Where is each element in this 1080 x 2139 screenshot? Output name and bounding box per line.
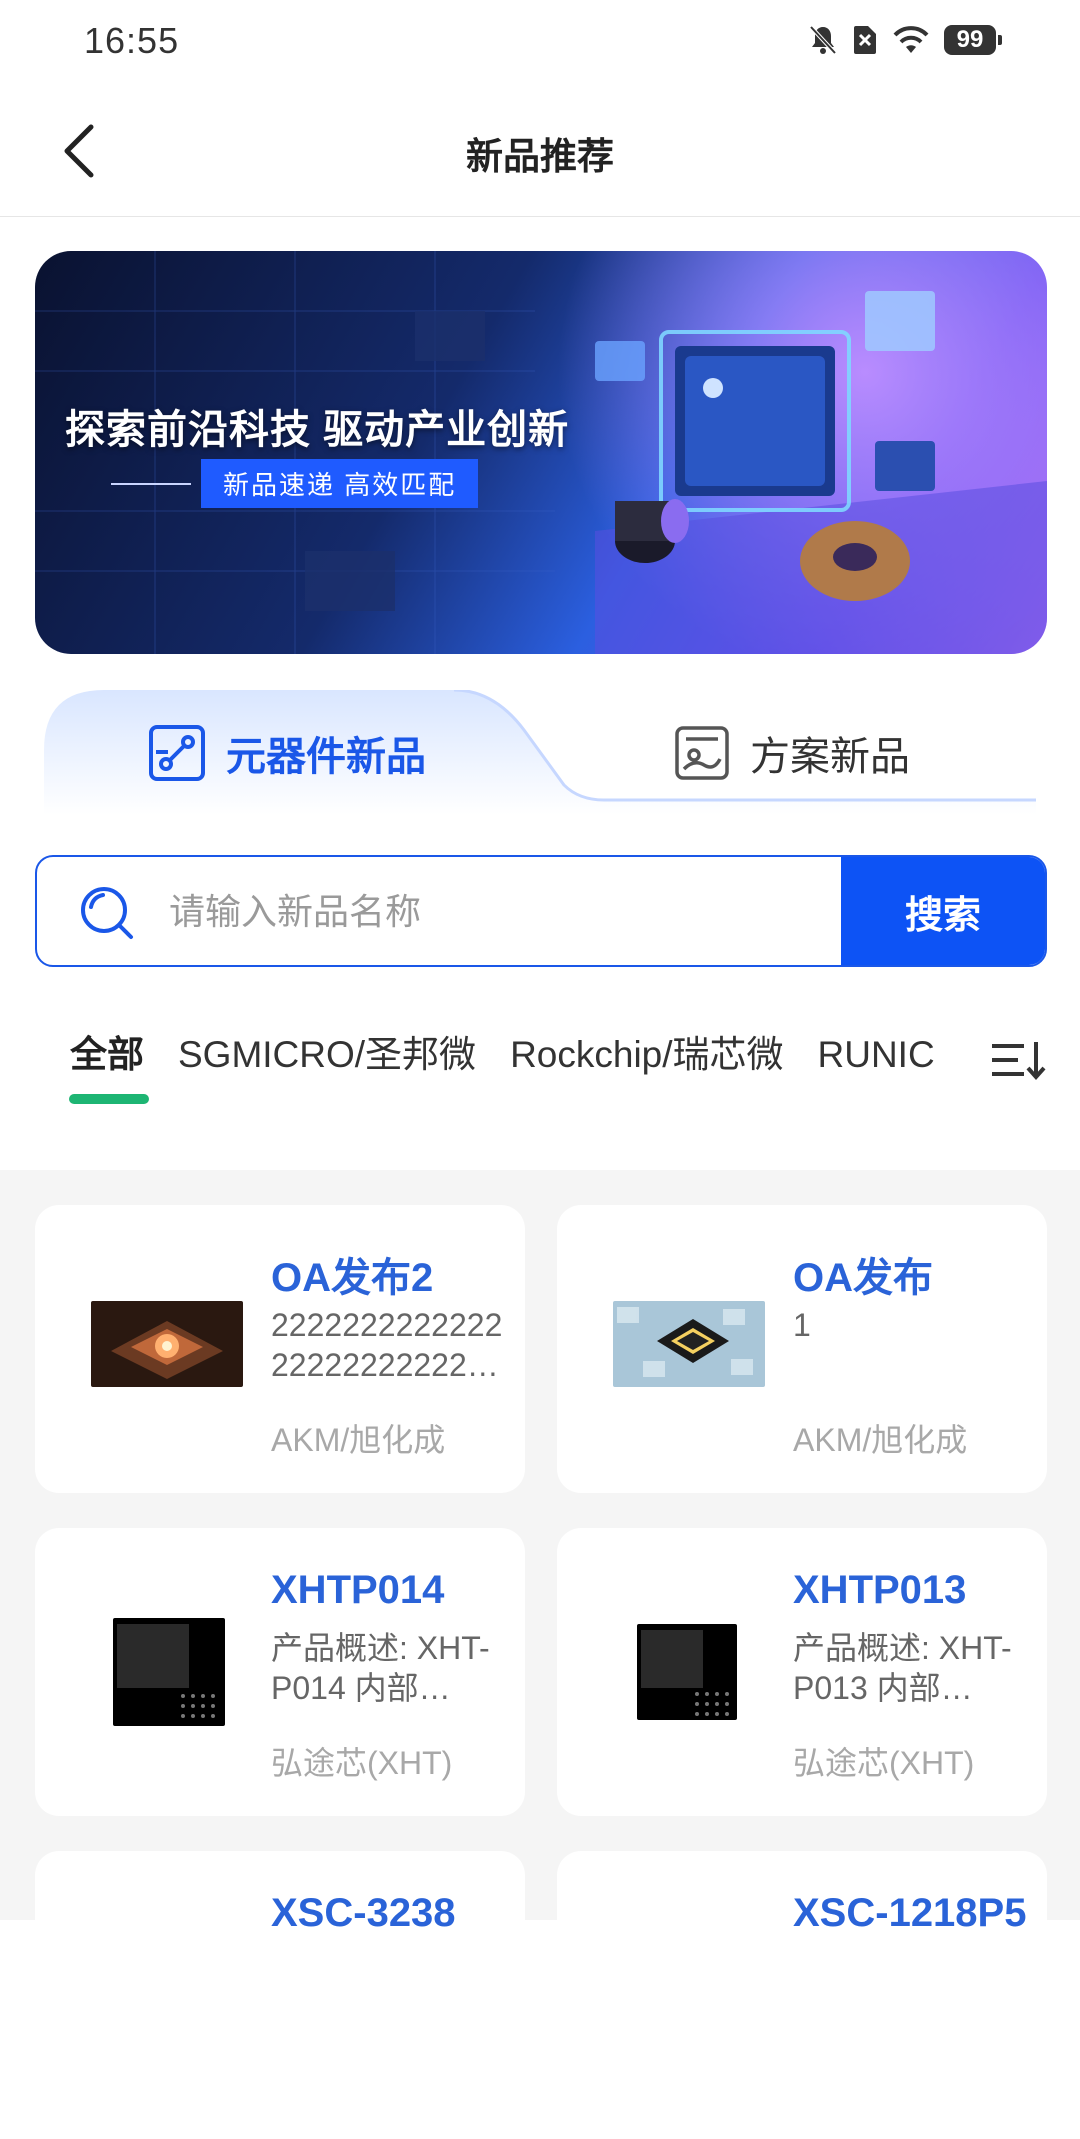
category-tabs: 元器件新品 方案新品	[44, 690, 1036, 815]
tab-components[interactable]: 元器件新品	[148, 718, 426, 788]
tab-components-label: 元器件新品	[226, 735, 426, 779]
search-icon	[81, 887, 133, 939]
product-thumbnail	[613, 1301, 765, 1387]
status-bar: 16:55 99	[0, 0, 1080, 86]
filter-active-indicator	[69, 1094, 149, 1104]
tab-solutions-label: 方案新品	[750, 735, 910, 779]
product-desc: 1	[793, 1307, 811, 1343]
product-thumbnail	[637, 1624, 737, 1720]
banner-subline: 新品速递 高效匹配	[201, 459, 479, 508]
nav-bar: 新品推荐	[0, 86, 1080, 217]
battery-icon: 99	[944, 25, 1002, 55]
component-chart-icon	[149, 725, 205, 781]
product-title: XSC-1218P5	[793, 1891, 1027, 1935]
tab-solutions[interactable]: 方案新品	[674, 718, 910, 788]
solution-image-icon	[675, 726, 729, 780]
sim-off-icon	[854, 26, 876, 54]
product-grid: OA发布2 222222222222222222222222… AKM/旭化成 …	[0, 1170, 1080, 2139]
product-title: OA发布2	[271, 1256, 434, 1300]
search-input[interactable]	[167, 857, 861, 965]
sort-icon[interactable]	[990, 1040, 1050, 1080]
status-icons: 99	[808, 24, 1002, 56]
product-thumbnail	[91, 1301, 243, 1387]
product-desc: 222222222222222222222222…	[271, 1307, 503, 1383]
banner-headline: 探索前沿科技 驱动产业创新	[65, 408, 570, 452]
search-button[interactable]: 搜索	[841, 857, 1045, 965]
product-thumbnail	[113, 1618, 225, 1726]
filter-sgmicro[interactable]: SGMICRO/圣邦微	[178, 1028, 476, 1082]
filter-all[interactable]: 全部	[70, 1028, 144, 1082]
wifi-icon	[893, 26, 929, 53]
product-card[interactable]: XSC-3238	[35, 1851, 525, 2139]
product-title: XSC-3238	[271, 1891, 456, 1935]
product-card[interactable]: XSC-1218P5	[557, 1851, 1047, 2139]
product-card[interactable]: OA发布2 222222222222222222222222… AKM/旭化成	[35, 1205, 525, 1493]
brand-filter-scroll[interactable]: 全部 SGMICRO/圣邦微 Rockchip/瑞芯微 RUNIC	[70, 1028, 946, 1098]
product-brand: AKM/旭化成	[271, 1422, 446, 1458]
product-desc: 产品概述: XHT-P014 内部…	[271, 1630, 490, 1706]
brand-filter-bar: 全部 SGMICRO/圣邦微 Rockchip/瑞芯微 RUNIC	[0, 1010, 1080, 1110]
search-bar: 搜索	[35, 855, 1047, 967]
filter-runic[interactable]: RUNIC	[818, 1028, 935, 1082]
banner-subline-wrap: 新品速递 高效匹配	[111, 459, 479, 508]
product-card[interactable]: XHTP014 产品概述: XHT-P014 内部… 弘途芯(XHT)	[35, 1528, 525, 1816]
product-desc: 产品概述: XHT-P013 内部…	[793, 1630, 1012, 1706]
product-brand: AKM/旭化成	[793, 1422, 968, 1458]
product-title: XHTP013	[793, 1568, 967, 1612]
mute-bell-icon	[809, 25, 837, 55]
status-time: 16:55	[84, 20, 180, 61]
product-title: OA发布	[793, 1256, 933, 1300]
product-card[interactable]: XHTP013 产品概述: XHT-P013 内部… 弘途芯(XHT)	[557, 1528, 1047, 1816]
promo-banner[interactable]: 探索前沿科技 驱动产业创新 新品速递 高效匹配	[35, 251, 1047, 654]
product-card[interactable]: OA发布 1 AKM/旭化成	[557, 1205, 1047, 1493]
product-title: XHTP014	[271, 1568, 445, 1612]
product-brand: 弘途芯(XHT)	[793, 1745, 975, 1781]
product-brand: 弘途芯(XHT)	[271, 1745, 453, 1781]
filter-rockchip[interactable]: Rockchip/瑞芯微	[510, 1028, 783, 1082]
banner-divider	[111, 482, 191, 485]
page-title: 新品推荐	[466, 136, 614, 177]
